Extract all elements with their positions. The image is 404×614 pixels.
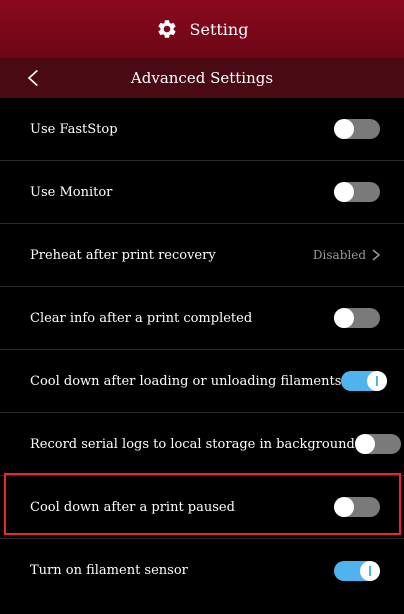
toggle-switch-use-monitor[interactable] bbox=[334, 182, 380, 202]
setting-row-clear-info: Clear info after a print completed bbox=[0, 287, 404, 350]
setting-label: Record serial logs to local storage in b… bbox=[30, 436, 355, 452]
toggle-switch-cool-down-filaments[interactable] bbox=[341, 371, 388, 391]
setting-label: Cool down after a print paused bbox=[30, 499, 235, 515]
setting-row-record-serial-logs: Record serial logs to local storage in b… bbox=[0, 413, 404, 476]
page-title: Advanced Settings bbox=[130, 69, 274, 87]
toggle-knob bbox=[354, 434, 375, 454]
toggle-switch-record-serial-logs[interactable] bbox=[354, 434, 401, 454]
toggle-switch-cool-down-paused[interactable] bbox=[334, 497, 380, 517]
app-header: Setting bbox=[0, 0, 404, 58]
setting-row-preheat-after-recovery[interactable]: Preheat after print recovery Disabled bbox=[0, 224, 404, 287]
setting-label: Preheat after print recovery bbox=[30, 247, 216, 263]
toggle-switch-clear-info[interactable] bbox=[334, 308, 380, 328]
setting-label: Cool down after loading or unloading fil… bbox=[30, 373, 342, 389]
toggle-knob bbox=[334, 182, 354, 202]
setting-label: Use Monitor bbox=[30, 184, 113, 200]
gear-icon bbox=[156, 18, 178, 40]
setting-row-use-faststop: Use FastStop bbox=[0, 98, 404, 161]
setting-row-cool-down-paused: Cool down after a print paused bbox=[0, 476, 404, 539]
chevron-right-icon bbox=[372, 249, 380, 261]
back-button[interactable] bbox=[22, 66, 46, 90]
setting-label: Clear info after a print completed bbox=[30, 310, 253, 326]
toggle-knob bbox=[334, 119, 354, 139]
toggle-switch-filament-sensor[interactable] bbox=[334, 560, 380, 581]
toggle-knob bbox=[360, 560, 380, 581]
setting-value: Disabled bbox=[312, 248, 366, 262]
setting-label: Use FastStop bbox=[30, 121, 118, 137]
setting-label: Turn on filament sensor bbox=[30, 563, 188, 578]
setting-row-use-monitor: Use Monitor bbox=[0, 161, 404, 224]
setting-row-cool-down-filaments: Cool down after loading or unloading fil… bbox=[0, 350, 404, 413]
setting-row-filament-sensor: Turn on filament sensor bbox=[0, 539, 404, 602]
toggle-knob bbox=[367, 371, 388, 391]
preheat-value-selector[interactable]: Disabled bbox=[313, 248, 380, 262]
header-title-group: Setting bbox=[156, 18, 249, 40]
header-title: Setting bbox=[189, 19, 249, 39]
toggle-knob bbox=[334, 497, 354, 517]
toggle-knob bbox=[334, 308, 354, 328]
settings-list: Use FastStop Use Monitor Preheat after p… bbox=[0, 98, 404, 602]
chevron-left-icon bbox=[27, 69, 38, 87]
toggle-switch-use-faststop[interactable] bbox=[334, 119, 380, 139]
subheader-bar: Advanced Settings bbox=[0, 58, 404, 98]
